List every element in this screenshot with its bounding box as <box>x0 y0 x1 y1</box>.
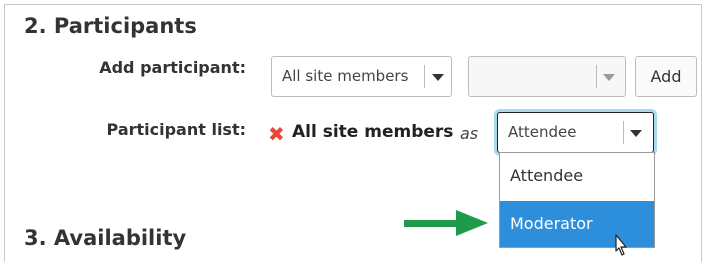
participant-member-select[interactable] <box>468 56 626 97</box>
close-icon[interactable]: ✖ <box>268 124 285 144</box>
arrow-right-icon <box>404 210 488 236</box>
participant-list-label: Participant list: <box>106 120 246 139</box>
add-participant-button[interactable]: Add <box>635 56 697 97</box>
section-title-participants: 2. Participants <box>24 14 197 38</box>
as-label: as <box>460 124 479 143</box>
participant-type-value: All site members <box>282 67 409 85</box>
add-participant-label: Add participant: <box>99 58 246 77</box>
select-separator <box>424 65 425 88</box>
select-separator <box>623 121 624 144</box>
role-select[interactable]: Attendee <box>497 112 654 153</box>
chevron-down-icon <box>603 74 615 81</box>
role-option-moderator[interactable]: Moderator <box>500 201 654 247</box>
role-select-value: Attendee <box>508 123 577 141</box>
participant-type-select[interactable]: All site members <box>271 56 452 97</box>
section-title-availability: 3. Availability <box>24 226 187 250</box>
chevron-down-icon <box>630 130 642 137</box>
mouse-pointer-icon <box>615 234 627 256</box>
select-separator <box>596 65 597 88</box>
chevron-down-icon <box>432 74 444 81</box>
participant-name: All site members <box>292 122 454 142</box>
role-option-attendee[interactable]: Attendee <box>500 153 654 199</box>
role-dropdown-menu: Attendee Moderator <box>499 152 655 248</box>
